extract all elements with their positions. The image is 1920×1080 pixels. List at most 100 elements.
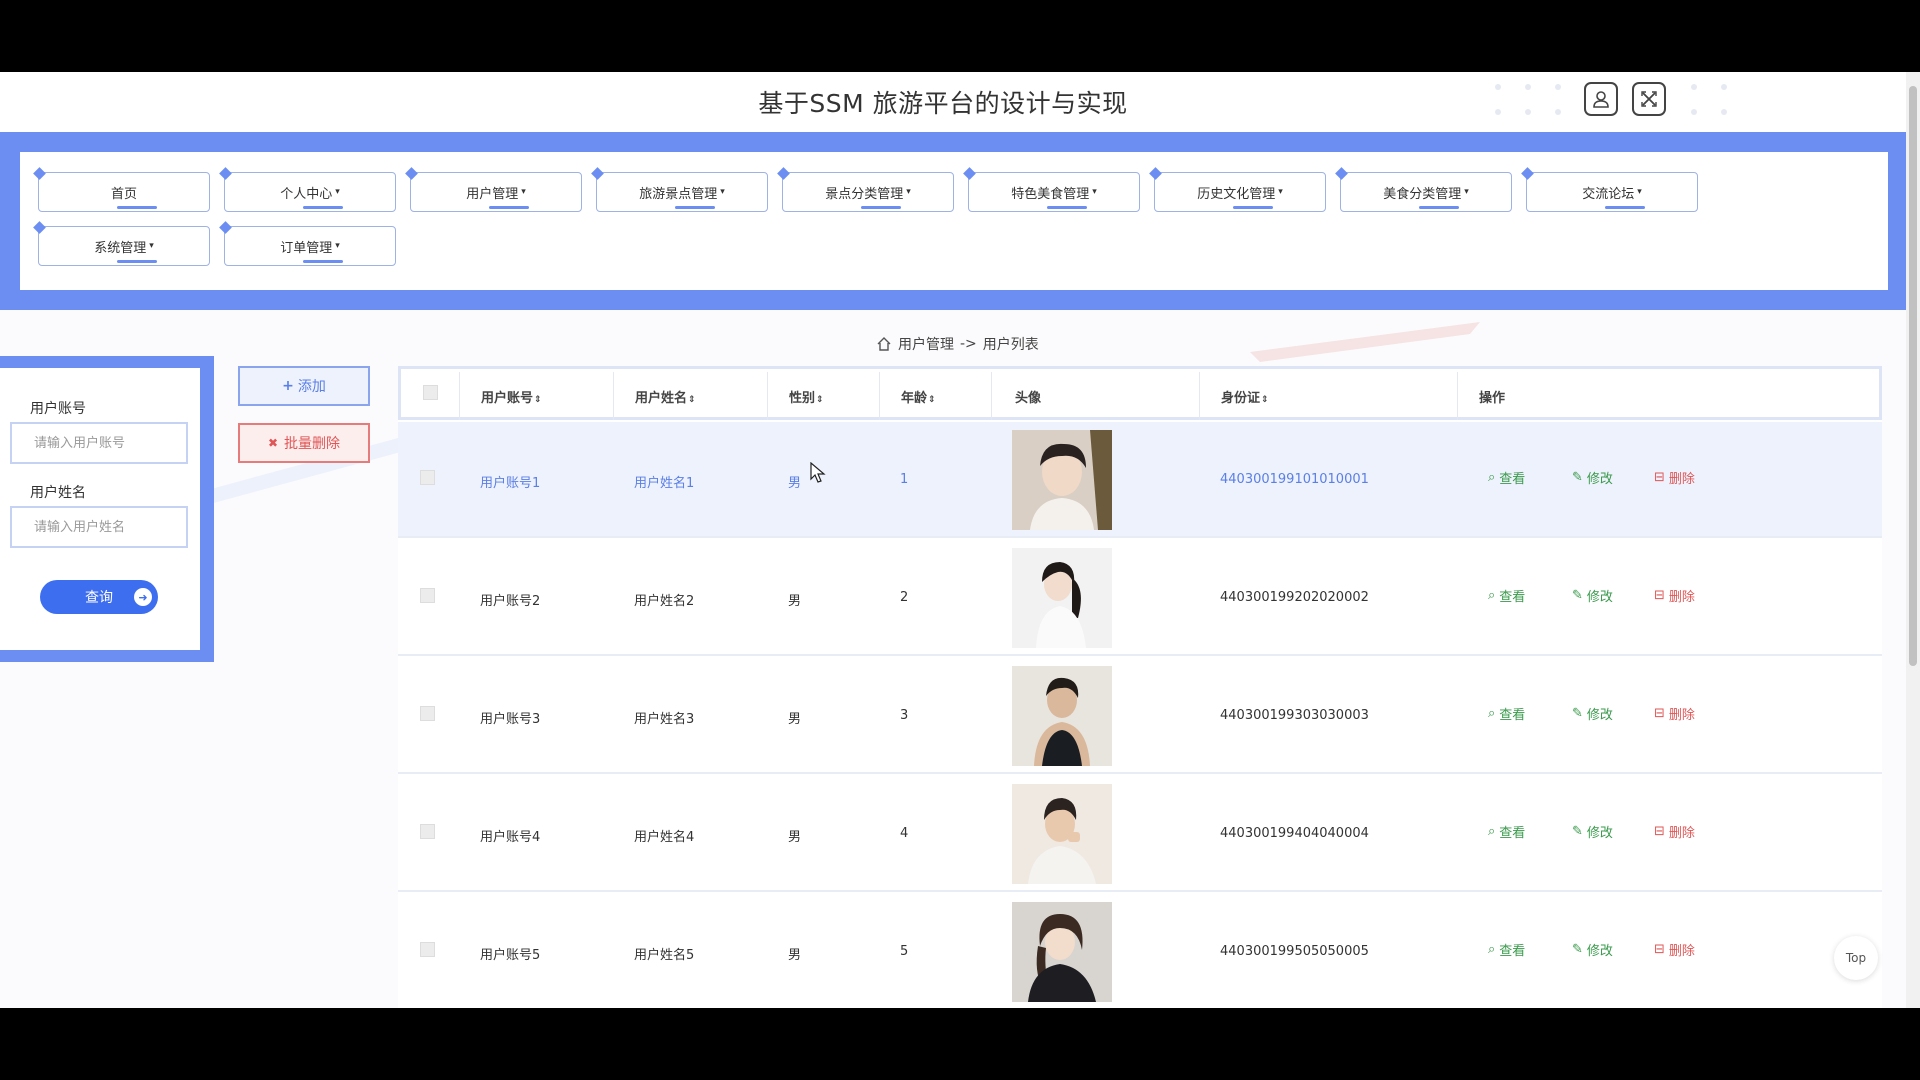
name-search-input[interactable]: [10, 506, 188, 548]
view-icon: ⌕: [1488, 588, 1496, 603]
cell-name: 用户姓名5: [634, 948, 695, 963]
nav-item-personal-center[interactable]: 个人中心 ▾: [219, 167, 396, 212]
row-checkbox[interactable]: [420, 706, 435, 721]
bulk-delete-label: 批量删除: [284, 436, 341, 452]
delete-button[interactable]: ⊟ 删除: [1654, 468, 1695, 487]
nav-item-user-management[interactable]: 用户管理 ▾: [405, 167, 582, 212]
nav-item-home[interactable]: 首页: [33, 167, 210, 212]
cell-gender: 男: [788, 476, 802, 491]
row-checkbox[interactable]: [420, 824, 435, 839]
view-button[interactable]: ⌕ 查看: [1488, 940, 1525, 959]
view-icon: ⌕: [1488, 824, 1496, 839]
cell-age: 3: [900, 708, 909, 723]
header: 基于SSM 旅游平台的设计与实现: [0, 72, 1906, 132]
table-row[interactable]: 用户账号1 用户姓名1 男 1 440300199101010001 ⌕ 查看 ✎…: [398, 422, 1882, 538]
view-button[interactable]: ⌕ 查看: [1488, 468, 1525, 487]
header-id-card[interactable]: 身份证⇕: [1221, 387, 1269, 406]
cell-account: 用户账号4: [480, 830, 541, 845]
edit-button[interactable]: ✎ 修改: [1572, 704, 1613, 723]
table-row[interactable]: 用户账号5 用户姓名5 男 5 440300199505050005 ⌕ 查看 ✎…: [398, 894, 1882, 1008]
cell-gender: 男: [788, 830, 802, 845]
nav-item-food-management[interactable]: 特色美食管理 ▾: [963, 167, 1140, 212]
header-age[interactable]: 年龄⇕: [901, 387, 936, 406]
add-button[interactable]: + 添加: [238, 366, 370, 406]
nav-item-history-culture[interactable]: 历史文化管理 ▾: [1149, 167, 1326, 212]
view-icon: ⌕: [1488, 470, 1496, 485]
delete-button[interactable]: ⊟ 删除: [1654, 940, 1695, 959]
edit-button[interactable]: ✎ 修改: [1572, 940, 1613, 959]
row-checkbox[interactable]: [420, 942, 435, 957]
cell-id-card: 440300199404040004: [1220, 826, 1369, 841]
nav-item-system-management[interactable]: 系统管理 ▾: [33, 221, 210, 266]
edit-button[interactable]: ✎ 修改: [1572, 586, 1613, 605]
cell-gender: 男: [788, 594, 802, 609]
delete-button[interactable]: ⊟ 删除: [1654, 704, 1695, 723]
letterbox-bottom: [0, 1008, 1920, 1080]
view-button[interactable]: ⌕ 查看: [1488, 822, 1525, 841]
avatar-image: [1012, 784, 1112, 884]
delete-button[interactable]: ⊟ 删除: [1654, 586, 1695, 605]
nav-label: 旅游景点管理: [639, 186, 718, 202]
cell-name: 用户姓名2: [634, 594, 695, 609]
table-header: 用户账号⇕ 用户姓名⇕ 性别⇕ 年龄⇕ 头像 身份证⇕ 操作: [398, 366, 1882, 420]
cell-name: 用户姓名3: [634, 712, 695, 727]
nav-label: 系统管理: [94, 240, 147, 256]
nav-item-attraction-category[interactable]: 景点分类管理 ▾: [777, 167, 954, 212]
nav-label: 交流论坛: [1582, 186, 1635, 202]
edit-button[interactable]: ✎ 修改: [1572, 822, 1613, 841]
edit-button[interactable]: ✎ 修改: [1572, 468, 1613, 487]
view-icon: ⌕: [1488, 942, 1496, 957]
profile-button[interactable]: [1584, 82, 1618, 116]
query-button[interactable]: 查询 ➜: [40, 580, 158, 614]
header-gender[interactable]: 性别⇕: [789, 387, 824, 406]
cell-name: 用户姓名4: [634, 830, 695, 845]
table-row[interactable]: 用户账号4 用户姓名4 男 4 440300199404040004 ⌕ 查看 ✎…: [398, 776, 1882, 892]
cell-age: 1: [900, 472, 909, 487]
minus-square-icon: ⊟: [1654, 706, 1665, 721]
row-checkbox[interactable]: [420, 470, 435, 485]
sort-icon: ⇕: [1261, 395, 1269, 405]
header-name[interactable]: 用户姓名⇕: [635, 387, 696, 406]
caret-down-icon: ▾: [1278, 187, 1283, 197]
cell-id-card: 440300199101010001: [1220, 472, 1369, 487]
vertical-scrollbar[interactable]: [1906, 72, 1920, 1008]
nav-item-attraction-management[interactable]: 旅游景点管理 ▾: [591, 167, 768, 212]
fullscreen-close-button[interactable]: [1632, 82, 1666, 116]
caret-down-icon: ▾: [149, 241, 154, 251]
breadcrumb-section[interactable]: 用户管理: [898, 334, 954, 354]
cell-id-card: 440300199505050005: [1220, 944, 1369, 959]
caret-down-icon: ▾: [720, 187, 725, 197]
delete-button[interactable]: ⊟ 删除: [1654, 822, 1695, 841]
select-all-checkbox[interactable]: [423, 385, 438, 400]
minus-square-icon: ⊟: [1654, 588, 1665, 603]
mouse-cursor-icon: [810, 462, 826, 483]
edit-icon: ✎: [1572, 588, 1583, 603]
header-account[interactable]: 用户账号⇕: [481, 387, 542, 406]
view-button[interactable]: ⌕ 查看: [1488, 586, 1525, 605]
cell-id-card: 440300199202020002: [1220, 590, 1369, 605]
account-search-input[interactable]: [10, 422, 188, 464]
avatar-image: [1012, 430, 1112, 530]
nav-item-order-management[interactable]: 订单管理 ▾: [219, 221, 396, 266]
table-row[interactable]: 用户账号3 用户姓名3 男 3 440300199303030003 ⌕ 查看 ✎…: [398, 658, 1882, 774]
edit-icon: ✎: [1572, 942, 1583, 957]
edit-icon: ✎: [1572, 824, 1583, 839]
back-to-top-button[interactable]: Top: [1834, 936, 1878, 980]
table-row[interactable]: 用户账号2 用户姓名2 男 2 440300199202020002 ⌕ 查看 ✎…: [398, 540, 1882, 656]
view-button[interactable]: ⌕ 查看: [1488, 704, 1525, 723]
row-checkbox[interactable]: [420, 588, 435, 603]
cell-id-card: 440300199303030003: [1220, 708, 1369, 723]
bulk-delete-button[interactable]: ✖ 批量删除: [238, 423, 370, 463]
home-icon[interactable]: [876, 336, 892, 352]
header-avatar: 头像: [1015, 391, 1042, 406]
nav-item-forum[interactable]: 交流论坛 ▾: [1521, 167, 1698, 212]
breadcrumb-separator: ->: [960, 336, 977, 352]
avatar-image: [1012, 666, 1112, 766]
user-table: 用户账号⇕ 用户姓名⇕ 性别⇕ 年龄⇕ 头像 身份证⇕ 操作 用户账号1 用户姓…: [398, 366, 1882, 1008]
view-icon: ⌕: [1488, 706, 1496, 721]
scrollbar-thumb[interactable]: [1909, 86, 1917, 666]
cell-age: 4: [900, 826, 909, 841]
header-actions: 操作: [1479, 391, 1506, 406]
close-icon: [1641, 91, 1657, 107]
nav-item-food-category[interactable]: 美食分类管理 ▾: [1335, 167, 1512, 212]
